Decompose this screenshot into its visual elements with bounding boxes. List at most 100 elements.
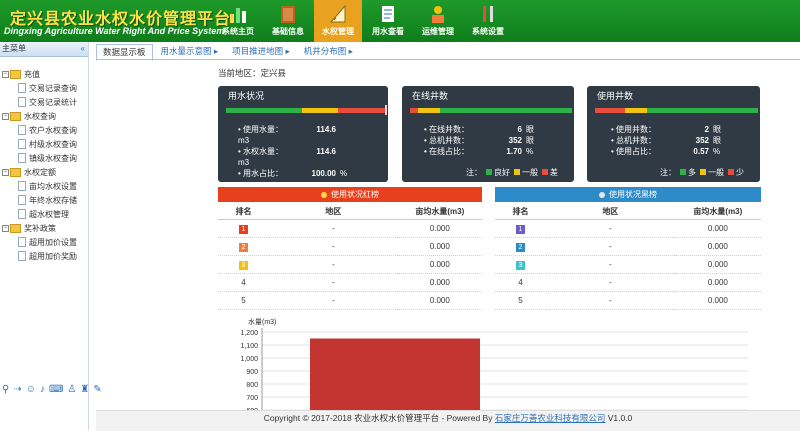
share-icon[interactable]: ⇢ xyxy=(13,384,21,395)
col-rank: 排名 xyxy=(218,204,269,220)
shirt-icon[interactable]: ♜ xyxy=(80,384,89,395)
nav-item-4[interactable]: 运维管理 xyxy=(414,0,462,42)
nav-item-0[interactable]: 系统主页 xyxy=(214,0,262,42)
stat-unit: 眼 xyxy=(526,136,534,145)
panel-water-usage: 用水状况 • 使用水量： 114.6 m3 • 水权水量： 114.6 m3 • 用… xyxy=(218,86,388,182)
menu-group-label: 奖补政策 xyxy=(24,223,56,233)
tab-well-map[interactable]: 机井分布图 ▸ xyxy=(298,44,359,59)
y-tick-label: 700 xyxy=(246,395,258,402)
current-region: 当前地区：定兴县 xyxy=(218,68,287,78)
menu-item-1-0[interactable]: 农户水权查询 xyxy=(0,123,88,137)
area-cell: - xyxy=(545,291,675,310)
menu-group-3[interactable]: − 奖补政策 xyxy=(0,221,88,235)
folder-icon xyxy=(10,111,21,121)
page-icon xyxy=(18,153,26,163)
page-icon xyxy=(18,181,26,191)
smile-icon[interactable]: ☺ xyxy=(26,384,36,395)
table-row: 3 -0.000 xyxy=(218,255,482,274)
sidebar: 主菜单 « − 充值交易记录查询交易记录统计 − 水权查询农户水权查询 村级水权查询镇级… xyxy=(0,42,102,430)
legend-label: 多 xyxy=(688,168,696,177)
value-cell: 0.000 xyxy=(674,219,761,238)
collapse-toggle-icon[interactable]: − xyxy=(2,168,9,176)
bar-chart-icon xyxy=(230,8,246,23)
table-row: 1 -0.000 xyxy=(218,219,482,238)
area-cell: - xyxy=(268,291,398,310)
y-tick-label: 1,100 xyxy=(240,343,258,350)
status-bar xyxy=(226,108,386,113)
page-icon xyxy=(18,209,26,219)
table-row: 2 -0.000 xyxy=(495,237,761,256)
value-cell: 0.000 xyxy=(397,273,482,292)
collapse-toggle-icon[interactable]: − xyxy=(2,224,9,232)
menu-group-1[interactable]: − 水权查询 xyxy=(0,109,88,123)
rank-badge: 1 xyxy=(238,224,248,234)
black-board-header: 使用状况黑榜 xyxy=(495,187,761,202)
page-icon xyxy=(18,139,26,149)
footer: Copyright © 2017-2018 农业水权水价管理平台 - Power… xyxy=(96,410,800,431)
value-cell: 0.000 xyxy=(397,291,482,310)
page-icon xyxy=(18,125,26,135)
menu-group-2[interactable]: − 水权定额 xyxy=(0,165,88,179)
rank-cell: 1 xyxy=(218,219,269,238)
mic-icon[interactable]: ♪ xyxy=(40,384,45,395)
black-board-table: 排名 地区 亩均水量(m3) 1-0.000 2-0.000 3-0.000 4-0.… xyxy=(495,204,761,310)
stat-label: • 使用水量： xyxy=(238,125,284,134)
menu-item-2-1[interactable]: 年终水权存储 xyxy=(0,193,88,207)
legend-label: 一般 xyxy=(708,168,724,177)
menu-item-1-2[interactable]: 镇级水权查询 xyxy=(0,151,88,165)
menu-item-3-0[interactable]: 超用加价设置 xyxy=(0,235,88,249)
nav-item-2[interactable]: 水权管理 xyxy=(314,0,362,42)
menu-group-label: 充值 xyxy=(24,69,40,79)
collapse-icon[interactable]: « xyxy=(81,42,85,56)
sidebar-title: 主菜单 xyxy=(2,44,26,53)
y-tick-label: 900 xyxy=(246,369,258,376)
stat-unit: m3 xyxy=(238,158,250,167)
collapse-toggle-icon[interactable]: − xyxy=(2,70,9,78)
keyboard-icon[interactable]: ⌨ xyxy=(49,384,63,395)
wrench-icon[interactable]: ✎ xyxy=(93,384,101,395)
red-board-header: 使用状况红榜 xyxy=(218,187,482,202)
value-cell: 0.000 xyxy=(397,237,482,256)
stat-value: 352 xyxy=(508,136,522,145)
area-cell: - xyxy=(545,237,675,256)
nav-label: 系统设置 xyxy=(472,27,504,36)
company-link[interactable]: 石家庄万善农业科技有限公司 xyxy=(495,413,606,423)
stat-value: 2 xyxy=(704,125,709,134)
area-cell: - xyxy=(268,273,398,292)
nav-item-5[interactable]: 系统设置 xyxy=(464,0,512,42)
menu-item-3-1[interactable]: 超用加价奖励 xyxy=(0,249,88,263)
stat-unit: % xyxy=(340,169,348,178)
table-row: 5 -0.000 xyxy=(218,291,482,310)
tab-project-map[interactable]: 项目推进地图 ▸ xyxy=(226,44,296,59)
nav-label: 用水查看 xyxy=(372,27,404,36)
rank-cell: 3 xyxy=(495,255,546,274)
black-board-title: 使用状况黑榜 xyxy=(609,190,657,199)
tab-water-usage-chart[interactable]: 用水量示意图 ▸ xyxy=(155,44,225,59)
rank-text: 5 xyxy=(518,296,523,305)
nav-item-1[interactable]: 基础信息 xyxy=(264,0,312,42)
menu-item-2-2[interactable]: 超水权管理 xyxy=(0,207,88,221)
menu-item-label: 村级水权查询 xyxy=(29,139,77,149)
legend-item-many: 多 xyxy=(680,167,696,178)
y-tick-label: 1,200 xyxy=(240,330,258,337)
menu-item-label: 农户水权查询 xyxy=(29,125,77,135)
rank-badge: 2 xyxy=(238,242,248,252)
col-area: 地区 xyxy=(545,204,675,220)
legend-label: 良好 xyxy=(494,168,510,177)
user-icon[interactable]: ♙ xyxy=(67,384,76,395)
rank-cell: 1 xyxy=(495,219,546,238)
menu-item-0-0[interactable]: 交易记录查询 xyxy=(0,81,88,95)
col-avg-water: 亩均水量(m3) xyxy=(397,204,482,220)
menu-item-label: 交易记录统计 xyxy=(29,97,77,107)
stat-value: 1.70 xyxy=(506,147,522,156)
menu-item-0-1[interactable]: 交易记录统计 xyxy=(0,95,88,109)
nav-item-3[interactable]: 用水查看 xyxy=(364,0,412,42)
collapse-toggle-icon[interactable]: − xyxy=(2,112,9,120)
pin-icon[interactable]: ⚲ xyxy=(2,384,9,395)
panel-stats: • 在线井数： 6 眼 • 总机井数： 352 眼 • 在线占比： 1.70% xyxy=(424,124,534,157)
menu-group-0[interactable]: − 充值 xyxy=(0,67,88,81)
value-cell: 0.000 xyxy=(674,291,761,310)
menu-item-1-1[interactable]: 村级水权查询 xyxy=(0,137,88,151)
menu-item-2-0[interactable]: 亩均水权设置 xyxy=(0,179,88,193)
content-tabs: 数据显示板 用水量示意图 ▸ 项目推进地图 ▸ 机井分布图 ▸ xyxy=(96,44,361,61)
